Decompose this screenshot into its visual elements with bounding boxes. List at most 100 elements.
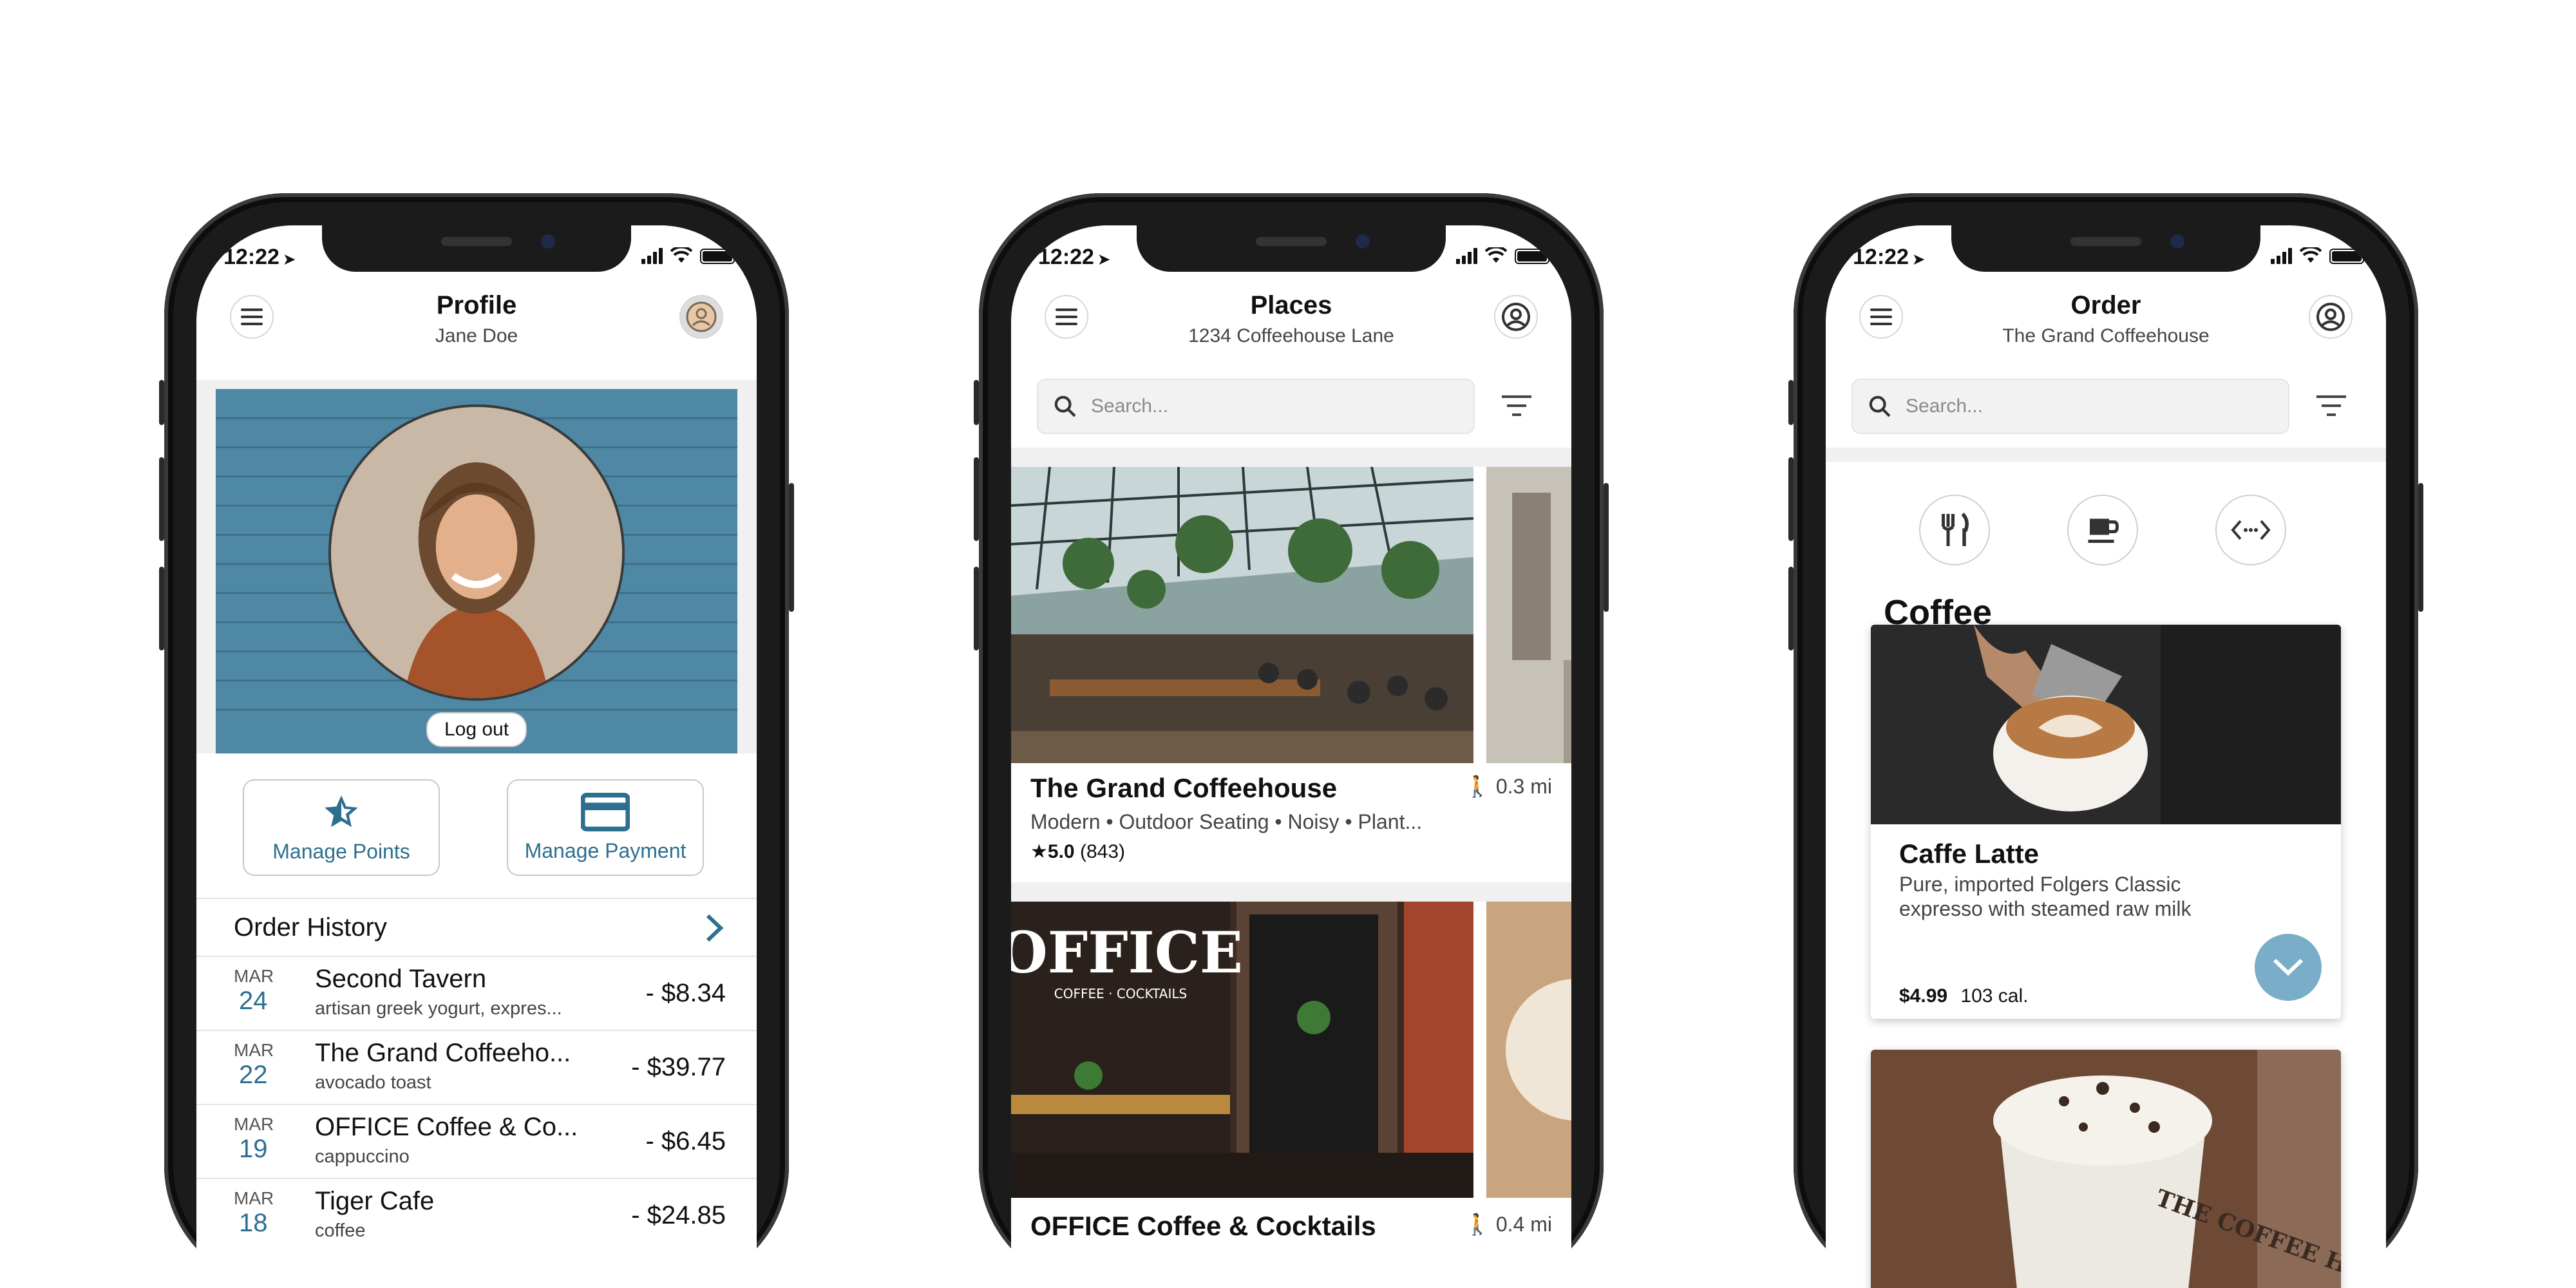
page-subtitle: The Grand Coffeehouse bbox=[2002, 325, 2210, 346]
search-placeholder: Search... bbox=[1906, 395, 1984, 417]
page-title: Profile bbox=[436, 291, 517, 319]
place-photo-office[interactable]: OFFICE COFFEE · COCKTAILS bbox=[1011, 902, 1473, 1198]
menu-item-name: Caffe Latte bbox=[1899, 838, 2040, 869]
place-tags: Modern • Outdoor Seating • Noisy • Plant… bbox=[1030, 810, 1423, 833]
profile-screen: 12:22 ➤ Profile Jane Doe Log out Manage … bbox=[196, 225, 757, 1288]
manage-payment-button[interactable]: Manage Payment bbox=[507, 779, 704, 876]
place-photo-next-2[interactable] bbox=[1486, 902, 1571, 1198]
page-subtitle: 1234 Coffeehouse Lane bbox=[1188, 325, 1394, 346]
order-row[interactable]: MAR 18 Tiger Cafe coffee - $24.85 bbox=[196, 1178, 757, 1252]
search-input[interactable]: Search... bbox=[1852, 379, 2289, 434]
order-day: 19 bbox=[239, 1135, 268, 1163]
account-avatar-button[interactable] bbox=[679, 295, 723, 339]
order-day: 18 bbox=[239, 1209, 268, 1237]
more-icon bbox=[2231, 520, 2271, 540]
walking-icon: 🚶 bbox=[1464, 1213, 1490, 1236]
app-bar: Places 1234 Coffeehouse Lane bbox=[1011, 289, 1571, 366]
wifi-icon bbox=[2300, 247, 2322, 263]
chevron-right-icon bbox=[706, 914, 724, 942]
menu-item-price-row: $4.99 103 cal. bbox=[1899, 985, 2029, 1007]
manage-points-button[interactable]: Manage Points bbox=[243, 779, 440, 876]
distance-value: 0.3 mi bbox=[1495, 775, 1552, 798]
manage-payment-label: Manage Payment bbox=[524, 838, 687, 862]
account-button[interactable] bbox=[1494, 295, 1538, 339]
user-circle-icon bbox=[1502, 303, 1530, 331]
order-row[interactable]: MAR 19 OFFICE Coffee & Co... cappuccino … bbox=[196, 1104, 757, 1178]
user-avatar-icon bbox=[686, 301, 717, 332]
order-history-header[interactable]: Order History bbox=[196, 898, 757, 956]
office-sign-text: OFFICE bbox=[1011, 919, 1243, 986]
page-subtitle: Jane Doe bbox=[435, 325, 518, 346]
place-photo-next[interactable] bbox=[1486, 467, 1571, 763]
app-bar: Profile Jane Doe bbox=[196, 289, 757, 366]
phone-order: 12:22 ➤ Order The Grand Coffeehouse Searc… bbox=[1788, 193, 2423, 1288]
profile-actions: Manage Points Manage Payment bbox=[196, 779, 757, 876]
category-food-button[interactable] bbox=[1919, 495, 1990, 565]
place-photo-greenhouse[interactable] bbox=[1011, 467, 1473, 763]
coffee-cup-icon bbox=[2088, 518, 2119, 543]
star-icon: ★ bbox=[1030, 841, 1048, 862]
search-placeholder: Search... bbox=[1091, 395, 1169, 417]
location-arrow-icon: ➤ bbox=[283, 251, 296, 267]
order-day: 24 bbox=[239, 987, 268, 1015]
menu-item-price: $4.99 bbox=[1899, 985, 1948, 1007]
menu-item-card[interactable]: Caffe Latte Pure, imported Folgers Class… bbox=[1871, 625, 2341, 1019]
manage-points-label: Manage Points bbox=[272, 839, 410, 863]
category-more-button[interactable] bbox=[2215, 495, 2286, 565]
phone-profile: 12:22 ➤ Profile Jane Doe Log out Manage … bbox=[159, 193, 794, 1288]
walking-icon: 🚶 bbox=[1464, 775, 1490, 798]
order-row[interactable]: MAR 22 The Grand Coffeeho... avocado toa… bbox=[196, 1030, 757, 1104]
order-row[interactable]: MAR 24 Second Tavern artisan greek yogur… bbox=[196, 956, 757, 1030]
review-count: (843) bbox=[1079, 841, 1126, 862]
order-history-title: Order History bbox=[234, 913, 387, 942]
places-screen: 12:22 ➤ Places 1234 Coffeehouse Lane Sear… bbox=[1011, 225, 1571, 1288]
place-distance: 🚶 0.3 mi bbox=[1464, 774, 1552, 799]
rating-value: 5.0 bbox=[1047, 841, 1075, 862]
logout-button[interactable]: Log out bbox=[426, 712, 527, 747]
chevron-down-icon bbox=[2273, 958, 2304, 976]
star-icon bbox=[325, 795, 358, 827]
battery-icon bbox=[700, 249, 737, 264]
profile-photo bbox=[328, 404, 625, 701]
page-title: Order bbox=[2070, 291, 2141, 319]
menu-item-calories: 103 cal. bbox=[1960, 985, 2029, 1007]
order-month: MAR bbox=[234, 966, 274, 986]
status-time: 12:22 bbox=[1038, 245, 1094, 269]
user-circle-icon bbox=[2316, 303, 2345, 331]
wifi-icon bbox=[670, 247, 692, 263]
location-arrow-icon: ➤ bbox=[1912, 251, 1925, 267]
order-place: Second Tavern bbox=[315, 965, 487, 993]
status-bar: 12:22 ➤ bbox=[1011, 245, 1571, 277]
page-title: Places bbox=[1250, 291, 1332, 319]
search-icon bbox=[1054, 395, 1076, 417]
battery-icon bbox=[1515, 249, 1552, 264]
office-sign-subtext: COFFEE · COCKTAILS bbox=[1054, 986, 1187, 1001]
category-coffee-button[interactable] bbox=[2067, 495, 2138, 565]
status-bar: 12:22 ➤ bbox=[196, 245, 757, 277]
filter-icon[interactable] bbox=[1501, 393, 1533, 419]
latte-photo bbox=[1871, 625, 2341, 824]
order-place: Tiger Cafe bbox=[315, 1187, 435, 1215]
account-button[interactable] bbox=[2309, 295, 2353, 339]
order-month: MAR bbox=[234, 1040, 274, 1060]
order-amount: - $39.77 bbox=[631, 1053, 726, 1081]
order-month: MAR bbox=[234, 1114, 274, 1134]
phone-places: 12:22 ➤ Places 1234 Coffeehouse Lane Sear… bbox=[974, 193, 1609, 1288]
order-month: MAR bbox=[234, 1188, 274, 1208]
frappe-photo: THE COFFEE HOUSE bbox=[1871, 1050, 2341, 1288]
signal-icon bbox=[2271, 247, 2292, 264]
order-item: artisan greek yogurt, expres... bbox=[315, 998, 562, 1019]
search-input[interactable]: Search... bbox=[1037, 379, 1475, 434]
menu-item-card[interactable]: THE COFFEE HOUSE bbox=[1871, 1050, 2341, 1288]
order-place: OFFICE Coffee & Co... bbox=[315, 1113, 578, 1141]
location-arrow-icon: ➤ bbox=[1097, 251, 1110, 267]
filter-icon[interactable] bbox=[2315, 393, 2347, 419]
order-item: cappuccino bbox=[315, 1146, 410, 1167]
food-icon bbox=[1942, 513, 1969, 546]
place-distance: 🚶 0.4 mi bbox=[1464, 1212, 1552, 1236]
signal-icon bbox=[1456, 247, 1477, 264]
status-time: 12:22 bbox=[1853, 245, 1909, 269]
search-icon bbox=[1869, 395, 1891, 417]
expand-item-button[interactable] bbox=[2255, 934, 2322, 1001]
order-item: avocado toast bbox=[315, 1072, 431, 1093]
